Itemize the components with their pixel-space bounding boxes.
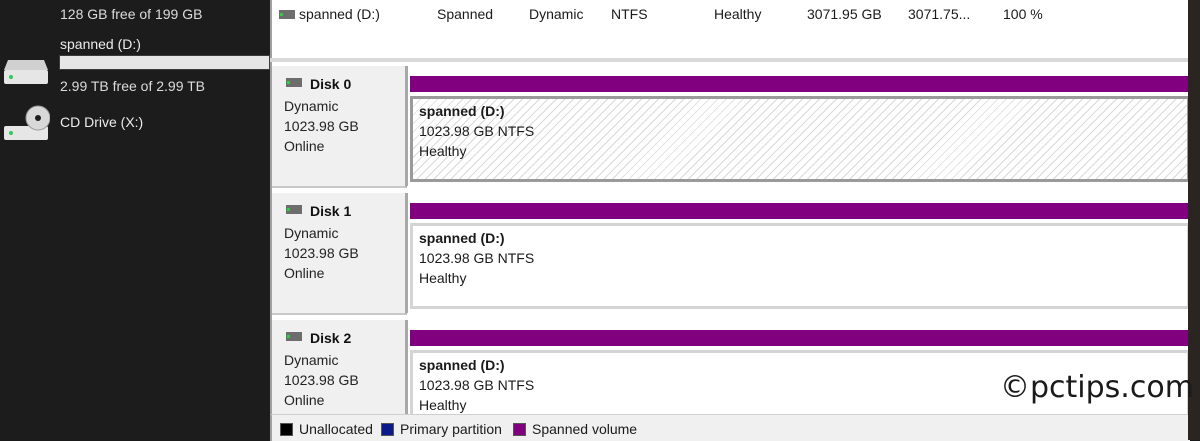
disk-size: 1023.98 GB (284, 118, 359, 134)
drive-d-tile[interactable]: spanned (D:) 2.99 TB free of 2.99 TB (0, 30, 270, 100)
cd-drive-icon (4, 105, 50, 140)
volume-filesystem-cell: NTFS (611, 6, 648, 22)
disk-header[interactable]: Disk 2 Dynamic 1023.98 GB Online (272, 320, 407, 414)
disk-header[interactable]: Disk 1 Dynamic 1023.98 GB Online (272, 193, 407, 315)
volume-block-status: Healthy (419, 143, 467, 159)
volume-list-row[interactable]: spanned (D:) Spanned Dynamic NTFS Health… (272, 0, 1190, 30)
watermark: ©pctips.com (1000, 370, 1194, 405)
disk-graph-area: Disk 0 Dynamic 1023.98 GB Online spanned… (270, 62, 1190, 414)
drive-d-label: spanned (D:) (60, 36, 141, 52)
disk-row-0: Disk 0 Dynamic 1023.98 GB Online spanned… (272, 66, 1190, 188)
disk-size: 1023.98 GB (284, 245, 359, 261)
drive-x-label: CD Drive (X:) (60, 114, 144, 130)
disk-size: 1023.98 GB (284, 372, 359, 388)
legend-label: Unallocated (299, 421, 373, 437)
explorer-drives-panel: 128 GB free of 199 GB spanned (D:) 2.99 … (0, 0, 270, 440)
disk-row-1: Disk 1 Dynamic 1023.98 GB Online spanned… (272, 193, 1190, 315)
volume-percent-free-cell: 100 % (1003, 6, 1043, 22)
volume-block-size: 1023.98 GB NTFS (419, 250, 535, 266)
disk-icon (286, 205, 302, 214)
legend-swatch-spanned (513, 422, 526, 436)
drive-c-free-space: 128 GB free of 199 GB (60, 6, 203, 22)
disk-type: Dynamic (284, 225, 339, 241)
hard-drive-icon (4, 60, 48, 84)
volume-block-name: spanned (D:) (419, 103, 505, 119)
volume-block-name: spanned (D:) (419, 357, 505, 373)
disk-partition[interactable]: spanned (D:) 1023.98 GB NTFS Healthy (406, 193, 1190, 313)
drive-x-tile[interactable]: CD Drive (X:) (0, 100, 270, 150)
volume-layout-cell: Spanned (437, 6, 494, 22)
volume-block-status: Healthy (419, 270, 467, 286)
volume-type-cell: Dynamic (529, 6, 584, 22)
volume-block-size: 1023.98 GB NTFS (419, 377, 535, 393)
drive-d-free-space: 2.99 TB free of 2.99 TB (60, 78, 206, 94)
drive-d-usage-fill (60, 56, 269, 69)
legend-label: Primary partition (400, 421, 502, 437)
disk-type: Dynamic (284, 98, 339, 114)
disk-header[interactable]: Disk 0 Dynamic 1023.98 GB Online (272, 66, 407, 188)
volume-block-name: spanned (D:) (419, 230, 505, 246)
disk-icon (286, 332, 302, 341)
volume-capacity-cell: 3071.95 GB (807, 6, 882, 22)
disk-title: Disk 1 (310, 203, 352, 219)
disk-icon (286, 78, 302, 87)
legend-primary-partition: Primary partition (381, 421, 502, 437)
legend-unallocated: Unallocated (280, 421, 373, 437)
volume-icon (279, 10, 295, 19)
volume-list: spanned (D:) Spanned Dynamic NTFS Health… (270, 0, 1190, 58)
volume-block-size: 1023.98 GB NTFS (419, 123, 535, 139)
volume-block-status: Healthy (419, 397, 467, 413)
disk-partition[interactable]: spanned (D:) 1023.98 GB NTFS Healthy (406, 66, 1190, 186)
legend-label: Spanned volume (532, 421, 638, 437)
volume-status-cell: Healthy (714, 6, 762, 22)
legend-swatch-unallocated (280, 422, 293, 436)
disk-state: Online (284, 138, 325, 154)
volume-block[interactable]: spanned (D:) 1023.98 GB NTFS Healthy (410, 223, 1190, 309)
disk-title: Disk 2 (310, 330, 352, 346)
disk-type: Dynamic (284, 352, 339, 368)
disk-state: Online (284, 265, 325, 281)
volume-free-space-cell: 3071.75... (908, 6, 971, 22)
spanned-volume-strip (410, 76, 1190, 92)
legend-swatch-primary (381, 422, 394, 436)
disk-title: Disk 0 (310, 76, 352, 92)
legend-bar: Unallocated Primary partition Spanned vo… (270, 414, 1190, 441)
drive-d-usage-bar (59, 55, 270, 70)
drive-c-tile[interactable]: 128 GB free of 199 GB (0, 0, 270, 30)
volume-name-cell: spanned (D:) (299, 6, 380, 22)
volume-block-selected[interactable]: spanned (D:) 1023.98 GB NTFS Healthy (410, 96, 1190, 182)
spanned-volume-strip (410, 330, 1190, 346)
legend-spanned-volume: Spanned volume (513, 421, 637, 437)
disk-state: Online (284, 392, 325, 408)
spanned-volume-strip (410, 203, 1190, 219)
